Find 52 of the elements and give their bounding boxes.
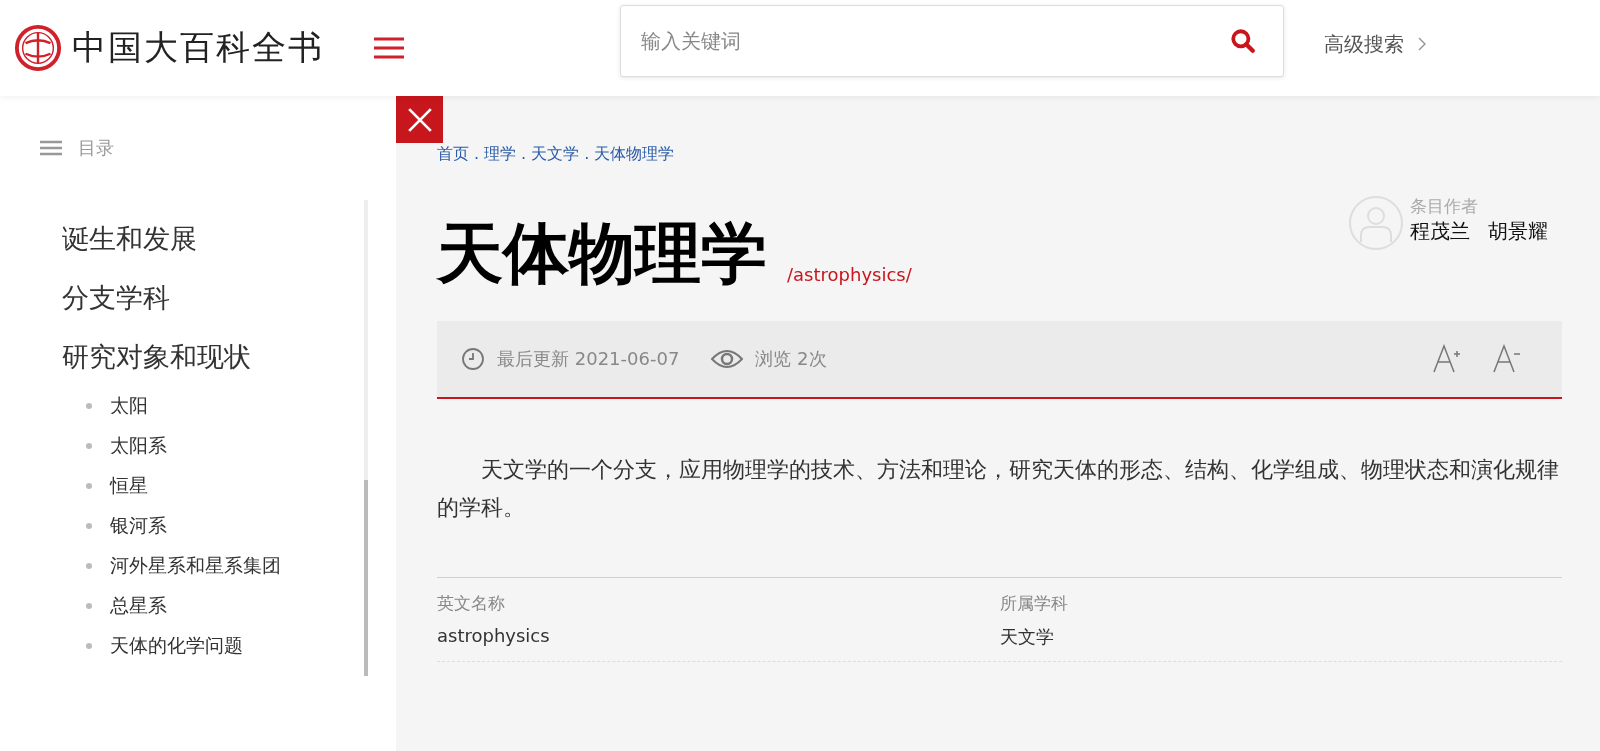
avatar-icon [1348, 195, 1404, 251]
bullet-icon [86, 523, 92, 529]
breadcrumb-separator: . [474, 144, 480, 165]
article-title: 天体物理学 [437, 215, 767, 293]
breadcrumb-link[interactable]: 理学 [484, 144, 517, 165]
last-updated: 最后更新 2021-06-07 [497, 347, 680, 371]
list-icon [40, 140, 62, 156]
breadcrumb-link[interactable]: 天体物理学 [594, 144, 675, 165]
breadcrumb-separator: . [584, 144, 590, 165]
menu-icon[interactable] [374, 36, 404, 60]
bullet-icon [86, 643, 92, 649]
bullet-icon [86, 603, 92, 609]
clock-icon [461, 347, 485, 371]
info-label: 英文名称 [437, 592, 506, 615]
search-field[interactable]: 输入关键词 [620, 5, 1284, 77]
toc-section[interactable]: 分支学科 [62, 268, 364, 327]
info-label: 所属学科 [999, 592, 1069, 615]
toc-subsection[interactable]: 天体的化学问题 [110, 633, 243, 659]
close-button[interactable] [396, 96, 443, 143]
bullet-icon [86, 403, 92, 409]
toc-subsection[interactable]: 太阳 [110, 393, 148, 419]
bullet-icon [86, 483, 92, 489]
scrollbar[interactable] [364, 200, 368, 676]
breadcrumb-link[interactable]: 首页 [437, 144, 469, 165]
english-name: /astrophysics/ [787, 264, 912, 285]
eye-icon [711, 349, 744, 369]
author-name[interactable]: 胡景耀 [1488, 218, 1548, 245]
view-count: 浏览 2次 [755, 347, 827, 371]
info-value: 天文学 [999, 625, 1055, 649]
toc-title: 目录 [78, 136, 114, 160]
bullet-icon [86, 443, 92, 449]
toc-subsection[interactable]: 河外星系和星系集团 [110, 553, 281, 579]
close-icon[interactable] [406, 106, 433, 133]
advanced-search-link[interactable]: 高级搜索 [1324, 30, 1426, 58]
toc-section[interactable]: 研究对象和现状 [62, 327, 364, 386]
toc-subsection[interactable]: 太阳系 [110, 433, 167, 459]
chevron-right-icon [1418, 37, 1426, 51]
toc-subsection[interactable]: 总星系 [110, 593, 167, 619]
author-name[interactable]: 程茂兰 [1410, 218, 1470, 245]
font-decrease-icon[interactable] [1492, 344, 1522, 374]
site-logo-text[interactable]: 中国大百科全书 [72, 25, 324, 71]
article-summary: 天文学的一个分支，应用物理学的技术、方法和理论，研究天体的形态、结构、化学组成、物理状态和演化规律的学科。 [437, 456, 1560, 522]
breadcrumb-link[interactable]: 天文学 [531, 144, 580, 165]
search-icon[interactable] [1230, 28, 1256, 54]
font-increase-icon[interactable] [1432, 344, 1462, 374]
author-label: 条目作者 [1410, 195, 1479, 218]
bullet-icon [86, 563, 92, 569]
toc-subsection[interactable]: 恒星 [110, 473, 148, 499]
toc-subsection[interactable]: 银河系 [110, 513, 167, 539]
info-value: astrophysics [437, 625, 551, 646]
breadcrumb-separator: . [521, 144, 527, 165]
toc-section[interactable]: 诞生和发展 [62, 210, 364, 268]
